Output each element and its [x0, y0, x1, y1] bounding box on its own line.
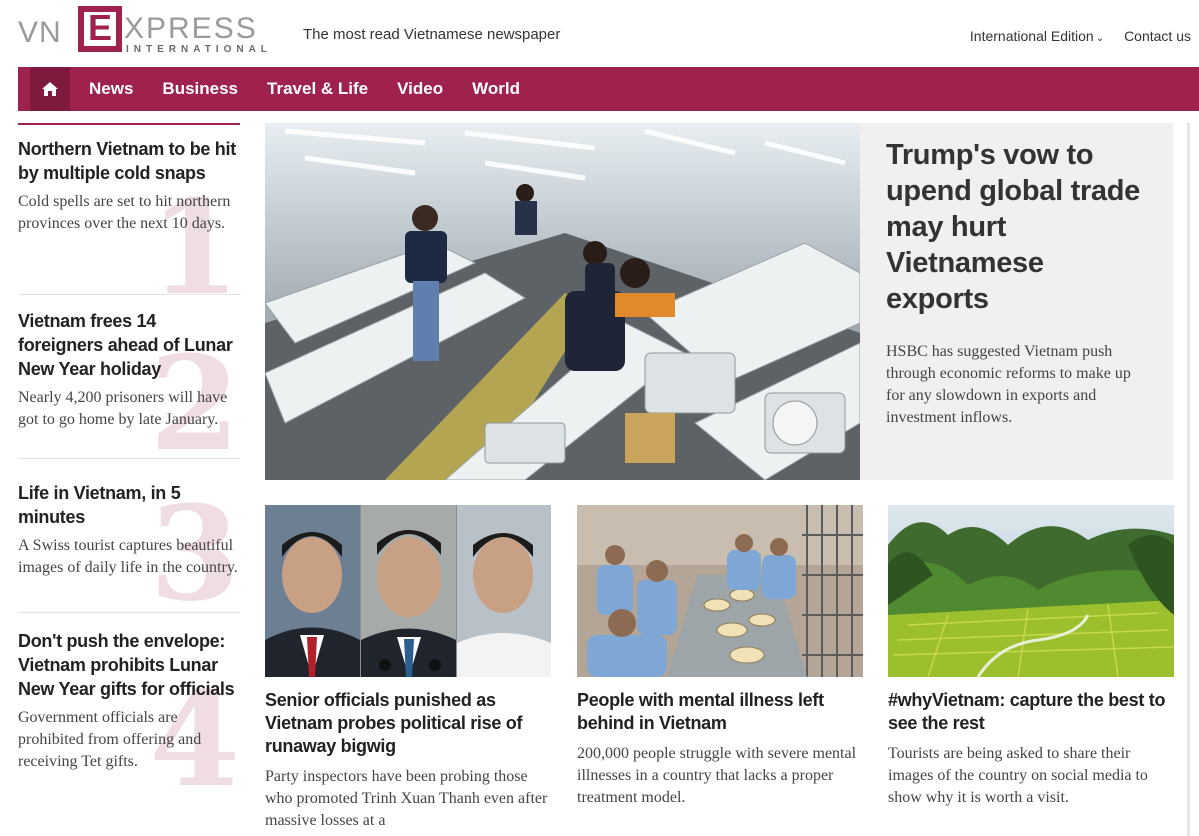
- item-divider: [18, 458, 240, 459]
- most-read-desc: Cold spells are set to hit northern prov…: [18, 193, 231, 232]
- most-read-item[interactable]: 3 Life in Vietnam, in 5 minutes A Swiss …: [18, 481, 240, 619]
- logo-international: INTERNATIONAL: [126, 44, 272, 55]
- edition-label: International Edition: [969, 28, 1094, 44]
- item-divider: [18, 612, 240, 613]
- most-read-item[interactable]: 4 Don't push the envelope: Vietnam prohi…: [18, 629, 240, 805]
- logo-xpress: XPRESS: [124, 12, 258, 45]
- column-top-rule: [18, 123, 240, 125]
- article-thumbnail[interactable]: [265, 505, 551, 677]
- most-read-desc: Government officials are prohibited from…: [18, 709, 202, 770]
- featured-image[interactable]: [265, 123, 860, 480]
- main-nav: News Business Travel & Life Video World: [18, 67, 1199, 111]
- nav-news[interactable]: News: [89, 79, 133, 99]
- logo-e: E: [87, 7, 112, 48]
- article-title[interactable]: People with mental illness left behind i…: [577, 689, 863, 735]
- article-desc: Party inspectors have been probing those…: [265, 768, 548, 829]
- page-edge-strip: [1187, 123, 1190, 836]
- article-thumbnail[interactable]: [888, 505, 1174, 677]
- article-thumbnail[interactable]: [577, 505, 863, 677]
- site-tagline: The most read Vietnamese newspaper: [303, 26, 561, 43]
- top-links: International Edition ⌄ Contact us: [970, 28, 1191, 44]
- article-desc: 200,000 people struggle with severe ment…: [577, 745, 857, 806]
- item-divider: [18, 294, 240, 295]
- contact-link[interactable]: Contact us: [1124, 28, 1191, 44]
- featured-title[interactable]: Trump's vow to upend global trade may hu…: [886, 137, 1153, 317]
- logo-vn: VN: [18, 16, 62, 49]
- site-header: VN E XPRESS INTERNATIONAL The most read …: [0, 0, 1199, 66]
- article-card[interactable]: Senior officials punished as Vietnam pro…: [265, 505, 551, 832]
- nav-world[interactable]: World: [472, 79, 520, 99]
- most-read-list: 1 Northern Vietnam to be hit by multiple…: [18, 123, 240, 836]
- edition-selector[interactable]: International Edition ⌄: [970, 28, 1104, 44]
- article-title[interactable]: Senior officials punished as Vietnam pro…: [265, 689, 551, 758]
- most-read-title[interactable]: Don't push the envelope: Vietnam prohibi…: [18, 629, 240, 701]
- most-read-desc: A Swiss tourist captures beautiful image…: [18, 537, 238, 576]
- most-read-item[interactable]: 2 Vietnam frees 14 foreigners ahead of L…: [18, 309, 240, 469]
- vnexpress-logo[interactable]: VN E XPRESS INTERNATIONAL: [18, 6, 280, 55]
- article-card[interactable]: #whyVietnam: capture the best to see the…: [888, 505, 1174, 809]
- home-button[interactable]: [30, 67, 70, 111]
- most-read-item[interactable]: 1 Northern Vietnam to be hit by multiple…: [18, 137, 240, 313]
- home-icon: [42, 82, 58, 96]
- logo-e-box: E: [78, 6, 122, 52]
- article-title[interactable]: #whyVietnam: capture the best to see the…: [888, 689, 1174, 735]
- most-read-title[interactable]: Life in Vietnam, in 5 minutes: [18, 481, 240, 529]
- featured-desc: HSBC has suggested Vietnam push through …: [886, 343, 1131, 426]
- nav-video[interactable]: Video: [397, 79, 443, 99]
- most-read-title[interactable]: Vietnam frees 14 foreigners ahead of Lun…: [18, 309, 240, 381]
- most-read-desc: Nearly 4,200 prisoners will have got to …: [18, 389, 228, 428]
- most-read-title[interactable]: Northern Vietnam to be hit by multiple c…: [18, 137, 240, 185]
- chevron-down-icon: ⌄: [1095, 33, 1105, 44]
- nav-business[interactable]: Business: [162, 79, 238, 99]
- nav-travel-life[interactable]: Travel & Life: [267, 79, 368, 99]
- featured-story: Trump's vow to upend global trade may hu…: [860, 123, 1173, 480]
- article-desc: Tourists are being asked to share their …: [888, 745, 1148, 806]
- article-card[interactable]: People with mental illness left behind i…: [577, 505, 863, 809]
